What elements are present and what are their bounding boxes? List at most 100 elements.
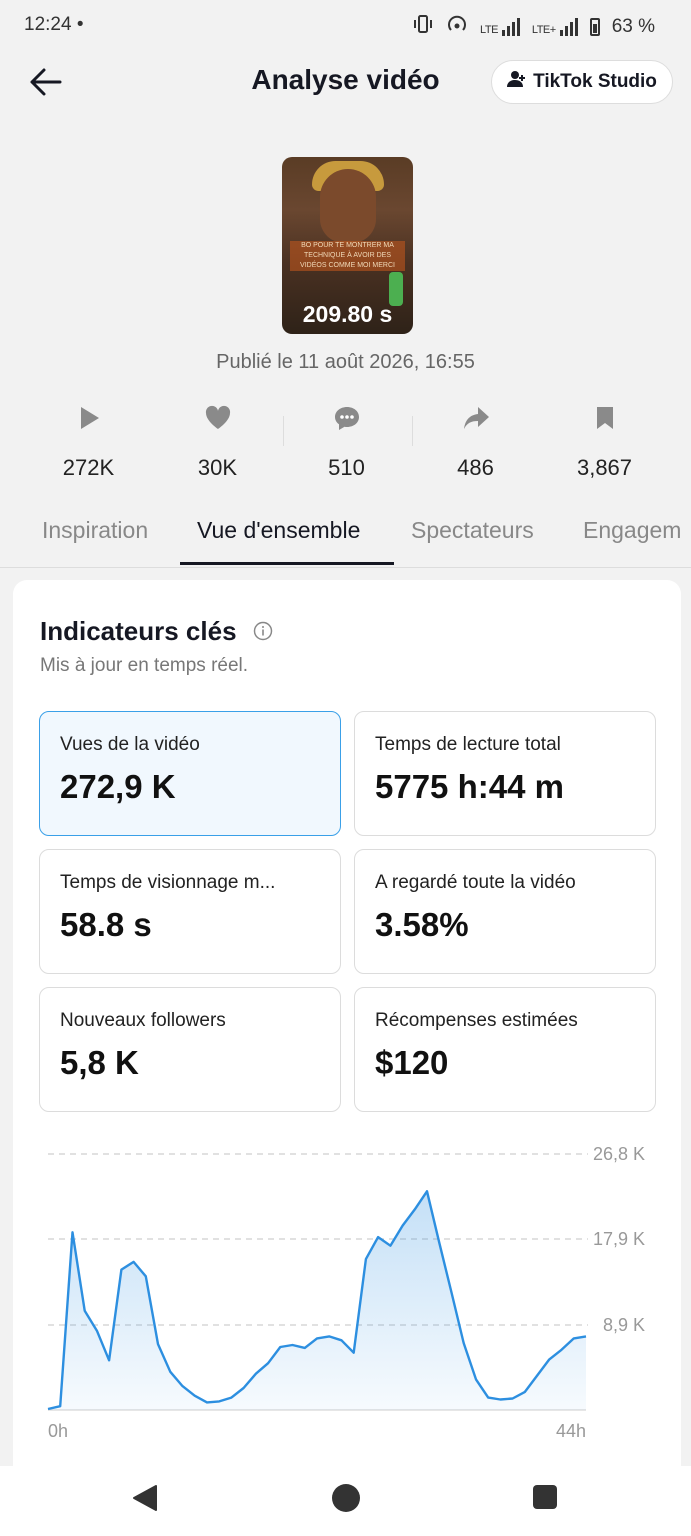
data-point: [560, 1349, 562, 1351]
info-icon[interactable]: [253, 621, 273, 641]
stats-row: 272K 30K 510 486 3,867: [24, 400, 669, 480]
data-point: [291, 1344, 293, 1346]
y-tick-label: 17,9 K: [593, 1229, 645, 1249]
stat-value: 486: [457, 455, 494, 480]
published-date: Publié le 11 août 2026, 16:55: [216, 351, 475, 373]
data-point: [352, 1351, 354, 1353]
heart-icon: [204, 400, 232, 437]
data-point: [132, 1261, 134, 1263]
stat-value: 30K: [197, 455, 238, 480]
metric-value: 5775 h:44 m: [375, 768, 564, 805]
metric-value: 3.58%: [375, 906, 469, 943]
data-point: [316, 1337, 318, 1339]
data-point: [47, 1408, 49, 1410]
data-point: [96, 1330, 98, 1332]
data-point: [365, 1258, 367, 1260]
data-point: [230, 1396, 232, 1398]
metric-new-followers[interactable]: Nouveaux followers 5,8 K: [39, 987, 341, 1112]
y-tick-label: 8,9 K: [603, 1315, 645, 1335]
metric-value: 5,8 K: [60, 1044, 139, 1081]
stat-shares: 486: [411, 400, 540, 480]
data-point: [401, 1224, 403, 1226]
video-thumbnail[interactable]: BO POUR TE MONTRER MA TECHNIQUE À AVOIR …: [282, 157, 413, 334]
stat-saves: 3,867: [540, 400, 669, 480]
data-point: [206, 1401, 208, 1403]
person-icon: [507, 70, 527, 94]
data-point: [108, 1359, 110, 1361]
metric-label: Nouveaux followers: [60, 1010, 226, 1031]
comment-icon: [333, 400, 361, 437]
data-point: [181, 1385, 183, 1387]
tab-inspiration[interactable]: Inspiration: [42, 517, 148, 544]
x-tick-label-end: 44h: [556, 1421, 586, 1441]
data-point: [499, 1398, 501, 1400]
x-tick-label-start: 0h: [48, 1421, 68, 1441]
data-point: [255, 1373, 257, 1375]
battery-icon: [589, 18, 600, 36]
data-point: [71, 1231, 73, 1233]
divider: [283, 416, 284, 446]
stat-likes: 30K: [153, 400, 282, 480]
metric-value: 58.8 s: [60, 906, 152, 943]
status-icons: LTE LTE+ 63 %: [412, 14, 655, 40]
data-point: [377, 1236, 379, 1238]
stat-comments: 510: [282, 400, 411, 480]
data-point: [511, 1397, 513, 1399]
metric-estimated-rewards[interactable]: Récompenses estimées $120: [354, 987, 656, 1112]
system-nav-bar: [0, 1466, 691, 1536]
data-point: [487, 1396, 489, 1398]
tab-overview[interactable]: Vue d'ensemble: [197, 517, 360, 544]
data-point: [218, 1400, 220, 1402]
video-overlay-text: BO POUR TE MONTRER MA TECHNIQUE À AVOIR …: [290, 241, 405, 271]
section-title: Indicateurs clés: [40, 616, 237, 646]
stat-views: 272K: [24, 400, 153, 480]
battery-level: 63 %: [611, 16, 655, 37]
data-point: [194, 1394, 196, 1396]
stat-value: 3,867: [576, 455, 633, 480]
metric-average-watch-time[interactable]: Temps de visionnage m... 58.8 s: [39, 849, 341, 974]
tab-bar: Inspiration Vue d'ensemble Spectateurs E…: [0, 505, 691, 568]
signal-icon-2: LTE+: [532, 18, 578, 36]
metric-watched-full-video[interactable]: A regardé toute la vidéo 3.58%: [354, 849, 656, 974]
home-nav-icon[interactable]: [330, 1482, 362, 1519]
video-duration: 209.80 s: [302, 301, 393, 327]
data-point: [389, 1245, 391, 1247]
data-point: [328, 1335, 330, 1337]
metric-label: Vues de la vidéo: [60, 734, 200, 755]
data-point: [438, 1242, 440, 1244]
data-point: [59, 1405, 61, 1407]
recents-nav-icon[interactable]: [530, 1482, 560, 1517]
data-point: [145, 1275, 147, 1277]
data-point: [463, 1342, 465, 1344]
data-point: [304, 1347, 306, 1349]
metric-video-views[interactable]: Vues de la vidéo 272,9 K: [39, 711, 341, 836]
data-point: [450, 1291, 452, 1293]
section-subtitle: Mis à jour en temps réel.: [40, 655, 249, 676]
tab-engagement[interactable]: Engagem: [583, 517, 681, 544]
share-icon: [462, 400, 490, 437]
data-point: [157, 1343, 159, 1345]
tiktok-studio-button[interactable]: TikTok Studio: [491, 60, 673, 104]
data-point: [340, 1339, 342, 1341]
views-chart[interactable]: 26,8 K 17,9 K 8,9 K 0h 44h: [40, 1140, 660, 1450]
stat-value: 510: [328, 455, 365, 480]
metric-label: Temps de lecture total: [375, 734, 561, 755]
vibrate-icon: [412, 14, 434, 40]
signal-icon: LTE: [480, 18, 520, 36]
metric-label: A regardé toute la vidéo: [375, 872, 576, 893]
metric-total-watch-time[interactable]: Temps de lecture total 5775 h:44 m: [354, 711, 656, 836]
metric-value: $120: [375, 1044, 449, 1081]
divider: [412, 416, 413, 446]
data-point: [120, 1268, 122, 1270]
metric-value: 272,9 K: [60, 768, 176, 805]
data-point: [475, 1378, 477, 1380]
metric-label: Récompenses estimées: [375, 1010, 578, 1031]
data-point: [524, 1391, 526, 1393]
back-nav-icon[interactable]: [130, 1482, 162, 1519]
data-point: [573, 1337, 575, 1339]
series-area: [48, 1191, 586, 1410]
data-point: [585, 1335, 587, 1337]
active-tab-indicator: [180, 562, 394, 565]
status-time: 12:24 •: [24, 14, 84, 35]
tab-viewers[interactable]: Spectateurs: [411, 517, 534, 544]
